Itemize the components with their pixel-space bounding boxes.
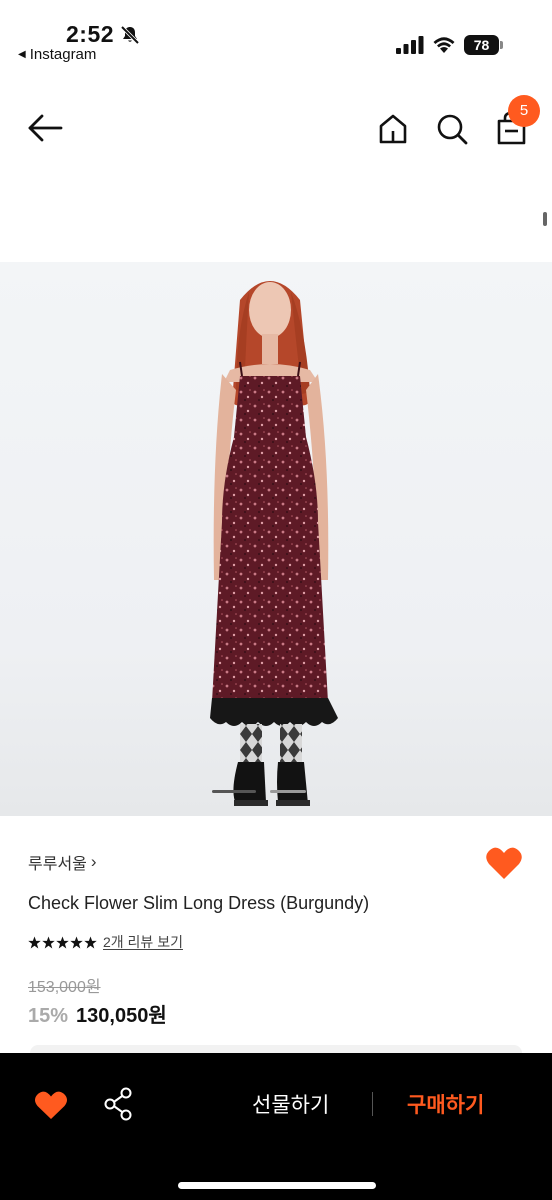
heart-icon[interactable]	[485, 845, 523, 881]
share-icon[interactable]	[102, 1087, 134, 1121]
scroll-indicator	[543, 212, 547, 226]
review-link[interactable]: 2개 리뷰 보기	[103, 932, 183, 952]
status-time: 2:52	[66, 21, 115, 47]
gift-button[interactable]: 선물하기	[252, 1089, 329, 1119]
star-icon	[84, 936, 97, 948]
buy-button[interactable]: 구매하기	[407, 1089, 484, 1119]
battery-level: 78	[464, 35, 499, 55]
product-title: Check Flower Slim Long Dress (Burgundy)	[28, 893, 370, 913]
product-photo	[210, 281, 338, 806]
carousel-indicator-active	[212, 790, 256, 793]
sale-price: 130,050원	[76, 1005, 167, 1027]
status-bar: 2:52 ◀ Instagram 78	[0, 0, 552, 70]
cart-count-badge: 5	[508, 95, 540, 127]
back-app-label: Instagram	[29, 46, 97, 63]
battery-icon: 78	[464, 35, 504, 55]
discount-rate: 15%	[28, 1005, 69, 1027]
star-icon	[56, 936, 69, 948]
brand-link[interactable]: 루루서울 ›	[28, 850, 97, 874]
back-triangle-icon: ◀	[18, 49, 26, 60]
sale-price-row: 15% 130,050원	[28, 999, 167, 1028]
rating-row: 2개 리뷰 보기	[28, 932, 183, 952]
back-arrow-icon[interactable]	[26, 112, 66, 144]
brand-name: 루루서울	[28, 856, 87, 873]
carousel-indicator	[270, 790, 306, 793]
original-price: 153,000원	[28, 979, 101, 996]
back-to-app-link[interactable]: ◀ Instagram	[18, 46, 96, 63]
home-icon[interactable]	[376, 112, 410, 146]
star-icon	[70, 936, 83, 948]
search-icon[interactable]	[435, 112, 469, 146]
cellular-signal-icon	[396, 36, 424, 54]
battery-tip	[500, 41, 503, 49]
product-image-carousel[interactable]	[0, 262, 552, 816]
star-icon	[42, 936, 55, 948]
star-icon	[28, 936, 41, 948]
bell-slash-icon	[120, 25, 140, 45]
chevron-right-icon: ›	[90, 852, 97, 871]
home-indicator[interactable]	[178, 1182, 376, 1189]
wifi-icon	[433, 37, 455, 53]
wishlist-heart-icon[interactable]	[34, 1090, 68, 1120]
star-rating	[28, 936, 97, 949]
bottom-action-bar: 선물하기 구매하기	[0, 1053, 552, 1200]
button-divider	[372, 1092, 373, 1116]
